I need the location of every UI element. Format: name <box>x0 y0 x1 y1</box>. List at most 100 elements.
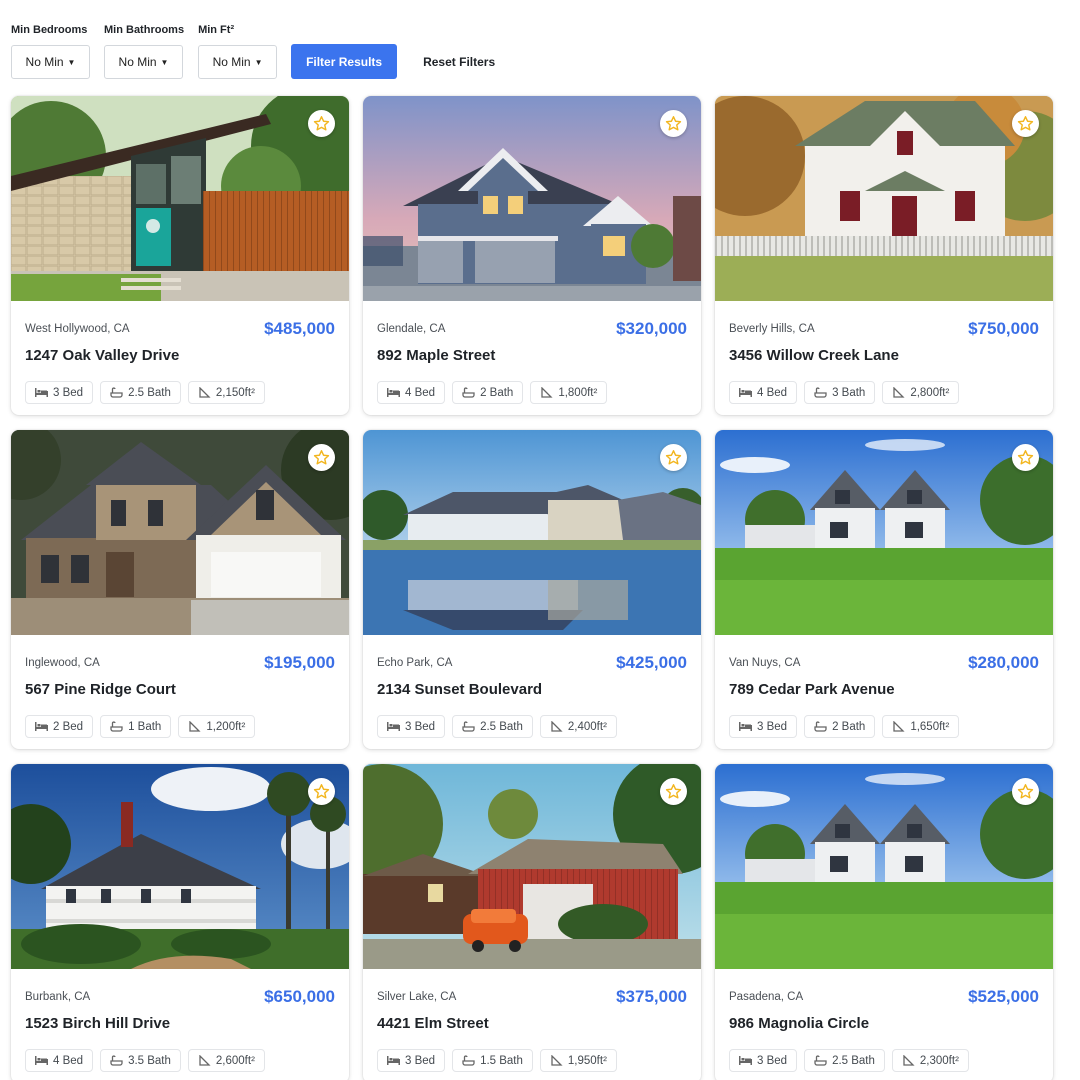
listing-card[interactable]: Beverly Hills, CA $750,000 3456 Willow C… <box>715 96 1053 415</box>
bath-chip: 2.5 Bath <box>804 1049 885 1072</box>
area-chip: 1,800ft² <box>530 381 608 404</box>
area-chip: 2,300ft² <box>891 1049 969 1072</box>
area-size: 2,400ft² <box>567 720 607 733</box>
listing-address: 4421 Elm Street <box>377 1015 489 1032</box>
bath-count: 2.5 Bath <box>480 720 523 733</box>
min-area-select[interactable]: No Min ▼ <box>198 45 278 79</box>
listing-photo <box>715 764 1053 969</box>
bath-count: 2 Bath <box>480 386 514 399</box>
bathtub-icon <box>462 1055 475 1066</box>
bed-count: 4 Bed <box>757 386 788 399</box>
ruler-triangle-icon <box>893 721 905 732</box>
bath-chip: 3.5 Bath <box>100 1049 181 1072</box>
favorite-star-icon[interactable] <box>1012 778 1039 805</box>
favorite-star-icon[interactable] <box>660 778 687 805</box>
min-area-value: No Min <box>212 55 251 69</box>
reset-filters-button[interactable]: Reset Filters <box>411 44 507 79</box>
area-size: 1,950ft² <box>567 1054 607 1067</box>
area-chip: 2,400ft² <box>539 715 617 738</box>
bed-chip: 4 Bed <box>25 1049 94 1072</box>
bed-chip: 3 Bed <box>25 381 94 404</box>
bath-count: 2.5 Bath <box>128 386 171 399</box>
bath-count: 3 Bath <box>832 386 866 399</box>
listing-location: West Hollywood, CA <box>25 323 130 335</box>
bathtub-icon <box>462 387 475 398</box>
bed-icon <box>387 722 400 731</box>
bed-count: 3 Bed <box>405 1054 436 1067</box>
listing-card[interactable]: Inglewood, CA $195,000 567 Pine Ridge Co… <box>11 430 349 749</box>
listing-photo <box>715 96 1053 301</box>
ruler-triangle-icon <box>199 1055 211 1066</box>
bed-count: 3 Bed <box>757 720 788 733</box>
bath-chip: 1 Bath <box>100 715 172 738</box>
favorite-star-icon[interactable] <box>308 444 335 471</box>
filter-bar: Min Bedrooms No Min ▼ Min Bathrooms No M… <box>11 23 507 79</box>
ruler-triangle-icon <box>541 387 553 398</box>
listing-photo <box>11 96 349 301</box>
bath-chip: 2.5 Bath <box>100 381 181 404</box>
listing-location: Echo Park, CA <box>377 657 453 669</box>
bed-chip: 4 Bed <box>729 381 798 404</box>
bed-count: 4 Bed <box>405 386 436 399</box>
listing-photo <box>11 764 349 969</box>
listing-location: Van Nuys, CA <box>729 657 801 669</box>
listing-card[interactable]: West Hollywood, CA $485,000 1247 Oak Val… <box>11 96 349 415</box>
bed-icon <box>739 388 752 397</box>
bath-count: 3.5 Bath <box>128 1054 171 1067</box>
listing-price: $525,000 <box>968 987 1039 1006</box>
listing-location: Glendale, CA <box>377 323 446 335</box>
listing-price: $485,000 <box>264 319 335 338</box>
ruler-triangle-icon <box>189 721 201 732</box>
listing-price: $320,000 <box>616 319 687 338</box>
listing-card[interactable]: Echo Park, CA $425,000 2134 Sunset Boule… <box>363 430 701 749</box>
favorite-star-icon[interactable] <box>660 110 687 137</box>
listing-photo <box>363 96 701 301</box>
bathtub-icon <box>110 1055 123 1066</box>
min-bathrooms-select[interactable]: No Min ▼ <box>104 45 183 79</box>
min-bathrooms-value: No Min <box>118 55 157 69</box>
filter-results-button[interactable]: Filter Results <box>291 44 398 79</box>
min-bathrooms-group: Min Bathrooms No Min ▼ <box>104 23 184 79</box>
min-bathrooms-label: Min Bathrooms <box>104 24 185 36</box>
listing-address: 3456 Willow Creek Lane <box>729 347 899 364</box>
area-size: 2,800ft² <box>910 386 950 399</box>
bed-count: 3 Bed <box>53 386 84 399</box>
bathtub-icon <box>814 1055 827 1066</box>
area-size: 2,300ft² <box>919 1054 959 1067</box>
area-chip: 2,150ft² <box>187 381 265 404</box>
favorite-star-icon[interactable] <box>1012 444 1039 471</box>
bed-chip: 3 Bed <box>377 1049 446 1072</box>
favorite-star-icon[interactable] <box>1012 110 1039 137</box>
bathtub-icon <box>110 387 123 398</box>
bed-chip: 3 Bed <box>729 1049 798 1072</box>
listing-card[interactable]: Pasadena, CA $525,000 986 Magnolia Circl… <box>715 764 1053 1080</box>
listing-location: Inglewood, CA <box>25 657 100 669</box>
bathtub-icon <box>814 721 827 732</box>
favorite-star-icon[interactable] <box>308 778 335 805</box>
listing-card[interactable]: Glendale, CA $320,000 892 Maple Street 4… <box>363 96 701 415</box>
ruler-triangle-icon <box>199 387 211 398</box>
bathtub-icon <box>110 721 123 732</box>
ruler-triangle-icon <box>903 1055 915 1066</box>
favorite-star-icon[interactable] <box>308 110 335 137</box>
ruler-triangle-icon <box>551 721 563 732</box>
area-size: 2,150ft² <box>215 386 255 399</box>
bed-count: 3 Bed <box>405 720 436 733</box>
min-bedrooms-value: No Min <box>25 55 64 69</box>
area-size: 2,600ft² <box>215 1054 255 1067</box>
min-bedrooms-select[interactable]: No Min ▼ <box>11 45 90 79</box>
listing-price: $280,000 <box>968 653 1039 672</box>
bath-chip: 2 Bath <box>804 715 876 738</box>
listing-card[interactable]: Silver Lake, CA $375,000 4421 Elm Street… <box>363 764 701 1080</box>
bath-count: 2.5 Bath <box>832 1054 875 1067</box>
listing-photo <box>11 430 349 635</box>
listing-photo <box>363 430 701 635</box>
min-area-group: Min Ft² No Min ▼ <box>198 23 278 79</box>
bath-count: 1.5 Bath <box>480 1054 523 1067</box>
listing-address: 1247 Oak Valley Drive <box>25 347 180 364</box>
listing-card[interactable]: Van Nuys, CA $280,000 789 Cedar Park Ave… <box>715 430 1053 749</box>
listing-location: Silver Lake, CA <box>377 991 457 1003</box>
listing-address: 567 Pine Ridge Court <box>25 681 176 698</box>
listing-card[interactable]: Burbank, CA $650,000 1523 Birch Hill Dri… <box>11 764 349 1080</box>
favorite-star-icon[interactable] <box>660 444 687 471</box>
